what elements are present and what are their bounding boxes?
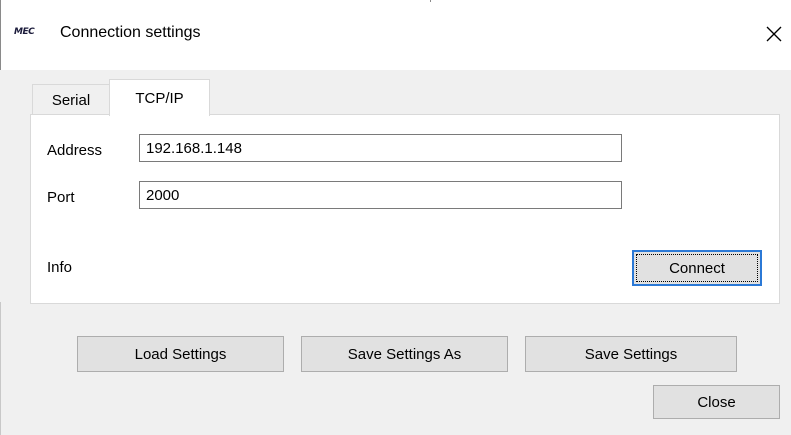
save-settings-label: Save Settings [584,345,678,363]
window-edge-left [0,0,1,70]
tcp-ip-panel: Address 192.168.1.148 Port 2000 Info Con… [30,114,780,304]
connection-settings-dialog: MEC Connection settings Serial TCP/IP Ad… [0,0,791,435]
close-icon [766,26,781,42]
save-settings-as-label: Save Settings As [347,345,462,363]
save-settings-button[interactable]: Save Settings [525,336,737,372]
address-value: 192.168.1.148 [146,139,242,157]
address-input[interactable]: 192.168.1.148 [139,134,622,162]
port-input[interactable]: 2000 [139,181,622,209]
tab-tcp-ip-label: TCP/IP [135,89,184,107]
mec-logo-icon: MEC [14,27,35,37]
load-settings-button[interactable]: Load Settings [77,336,284,372]
tab-tcp-ip[interactable]: TCP/IP [109,79,210,116]
window-edge-bottom-left [0,302,1,435]
title-bar: MEC Connection settings [0,0,791,70]
window-edge-top-mark [430,0,431,2]
close-button[interactable]: Close [653,385,780,419]
port-value: 2000 [146,186,180,204]
tab-serial[interactable]: Serial [32,84,110,115]
focus-ring [636,254,758,282]
address-label: Address [47,142,103,159]
close-button-label: Close [697,393,736,411]
info-label: Info [47,259,73,276]
save-settings-as-button[interactable]: Save Settings As [301,336,508,372]
window-title: Connection settings [60,24,201,41]
connect-button[interactable]: Connect [632,250,762,286]
tab-serial-label: Serial [51,91,91,109]
window-close-button[interactable] [756,12,791,56]
load-settings-label: Load Settings [134,345,227,363]
port-label: Port [47,189,75,206]
